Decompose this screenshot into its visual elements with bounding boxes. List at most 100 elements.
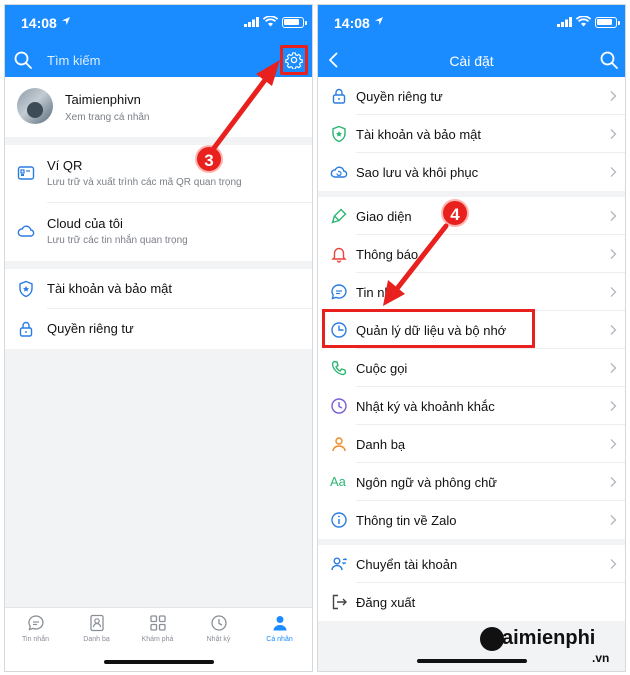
- settings-item-label: Tin nh: [356, 285, 392, 300]
- brush-icon: [331, 208, 347, 224]
- list-item-subtitle: Lưu trữ các tin nhắn quan trọng: [47, 235, 188, 246]
- settings-item-label: Đăng xuất: [356, 595, 416, 610]
- settings-item-label: Cuộc gọi: [356, 361, 408, 376]
- settings-nav-row: Cài đặt: [318, 43, 625, 77]
- step-badge-4: 4: [441, 199, 469, 227]
- logout-icon: [332, 594, 347, 610]
- profile-subtitle: Xem trang cá nhân: [65, 112, 150, 123]
- wifi-icon: [576, 16, 591, 27]
- settings-item-label: Thông tin về Zalo: [356, 513, 457, 528]
- search-input[interactable]: Tìm kiếm: [47, 53, 100, 68]
- left-security-section: Tài khoản và bảo mật Quyền riêng tư: [5, 269, 312, 349]
- settings-item-privacy[interactable]: Quyền riêng tư: [318, 77, 625, 115]
- info-icon: [331, 512, 347, 528]
- bell-icon: [331, 247, 347, 263]
- list-item-account-security[interactable]: Tài khoản và bảo mật: [5, 269, 312, 309]
- battery-icon: [282, 17, 307, 28]
- chevron-right-icon: [610, 211, 617, 221]
- page-title: Cài đặt: [449, 53, 494, 69]
- person-icon: [273, 616, 286, 631]
- tab-label: Tin nhắn: [22, 636, 49, 643]
- chevron-right-icon: [610, 559, 617, 569]
- settings-item-label: Ngôn ngữ và phông chữ: [356, 475, 498, 490]
- settings-item-calls[interactable]: Cuộc gọi: [318, 349, 625, 387]
- composite-screenshot: 14:08 Tìm kiếm Taimienphivn Xem trang cá…: [0, 0, 630, 675]
- status-bar: 14:08: [318, 5, 625, 37]
- settings-item-appearance[interactable]: Giao diện: [318, 197, 625, 235]
- location-icon: [62, 17, 70, 25]
- chevron-right-icon: [610, 439, 617, 449]
- left-phone-screen: 14:08 Tìm kiếm Taimienphivn Xem trang cá…: [4, 4, 313, 672]
- list-item-privacy[interactable]: Quyền riêng tư: [5, 309, 312, 349]
- signal-icon: [557, 17, 572, 27]
- settings-item-label: Nhật ký và khoảnh khắc: [356, 399, 495, 414]
- list-item-subtitle: Lưu trữ và xuất trình các mã QR quan trọ…: [47, 177, 242, 188]
- shield-icon: [19, 280, 33, 298]
- tab-timeline[interactable]: Nhật ký: [188, 614, 249, 643]
- bottom-tab-bar: Tin nhắn Danh bạ Khám phá Nhật ký Cá nhâ…: [5, 607, 312, 671]
- step-badge-3: 3: [195, 145, 223, 173]
- settings-item-messages[interactable]: Tin nh: [318, 273, 625, 311]
- chevron-right-icon: [610, 249, 617, 259]
- settings-item-label: Giao diện: [356, 209, 412, 224]
- settings-item-logout[interactable]: Đăng xuất: [318, 583, 625, 621]
- qr-wallet-icon: [17, 166, 35, 180]
- list-item-qr-wallet[interactable]: Ví QR Lưu trữ và xuất trình các mã QR qu…: [5, 145, 312, 203]
- status-time: 14:08: [334, 15, 370, 31]
- settings-item-label: Chuyển tài khoản: [356, 557, 458, 572]
- watermark-logo: aimienphi .vn: [480, 627, 620, 669]
- signal-icon: [244, 17, 259, 27]
- list-item-title: Ví QR: [47, 158, 83, 173]
- settings-item-backup[interactable]: Sao lưu và khôi phục: [318, 153, 625, 191]
- tab-profile[interactable]: Cá nhân: [249, 614, 310, 643]
- profile-name: Taimienphivn: [65, 92, 141, 107]
- settings-item-about[interactable]: Thông tin về Zalo: [318, 501, 625, 539]
- status-time: 14:08: [21, 15, 57, 31]
- tab-discover[interactable]: Khám phá: [127, 614, 188, 643]
- tab-label: Nhật ký: [206, 636, 231, 643]
- lock-icon: [332, 88, 346, 104]
- switch-account-icon: [331, 557, 348, 571]
- logo-mark-icon: [480, 627, 504, 651]
- tab-messages[interactable]: Tin nhắn: [5, 614, 66, 643]
- settings-item-notifications[interactable]: Thông báo: [318, 235, 625, 273]
- contacts-icon: [332, 437, 346, 452]
- settings-item-contacts[interactable]: Danh bạ: [318, 425, 625, 463]
- profile-card[interactable]: Taimienphivn Xem trang cá nhân: [5, 77, 312, 137]
- wifi-icon: [263, 16, 278, 27]
- settings-item-label: Thông báo: [356, 247, 419, 262]
- contacts-icon: [89, 614, 104, 632]
- list-item-title: Tài khoản và bảo mật: [47, 281, 173, 296]
- avatar: [17, 88, 53, 124]
- search-icon[interactable]: [599, 50, 619, 70]
- font-icon: Aa: [330, 474, 346, 489]
- tab-contacts[interactable]: Danh bạ: [66, 614, 127, 643]
- tab-label: Danh bạ: [83, 636, 110, 643]
- chevron-right-icon: [610, 515, 617, 525]
- grid-icon: [149, 615, 166, 631]
- chevron-right-icon: [610, 325, 617, 335]
- tab-label: Khám phá: [141, 636, 174, 643]
- highlight-frame: [322, 309, 535, 348]
- settings-item-language-font[interactable]: Aa Ngôn ngữ và phông chữ: [318, 463, 625, 501]
- settings-item-account-security[interactable]: Tài khoản và bảo mật: [318, 115, 625, 153]
- chevron-right-icon: [610, 477, 617, 487]
- settings-item-timeline[interactable]: Nhật ký và khoảnh khắc: [318, 387, 625, 425]
- list-item-cloud[interactable]: Cloud của tôi Lưu trữ các tin nhắn quan …: [5, 203, 312, 261]
- settings-button[interactable]: [280, 45, 308, 75]
- chevron-right-icon: [610, 287, 617, 297]
- watermark-suffix: .vn: [592, 651, 610, 665]
- settings-item-label: Tài khoản và bảo mật: [356, 127, 482, 142]
- list-item-title: Quyền riêng tư: [47, 321, 134, 336]
- watermark-brand: aimienphi: [502, 627, 596, 649]
- chevron-right-icon: [610, 363, 617, 373]
- list-item-title: Cloud của tôi: [47, 216, 123, 231]
- gear-icon: [285, 52, 303, 69]
- search-icon[interactable]: [13, 50, 33, 70]
- chevron-right-icon: [610, 91, 617, 101]
- battery-icon: [595, 17, 620, 28]
- left-tools-section: Ví QR Lưu trữ và xuất trình các mã QR qu…: [5, 145, 312, 261]
- settings-item-switch-account[interactable]: Chuyển tài khoản: [318, 545, 625, 583]
- clock-icon: [210, 615, 227, 631]
- message-icon: [331, 284, 347, 300]
